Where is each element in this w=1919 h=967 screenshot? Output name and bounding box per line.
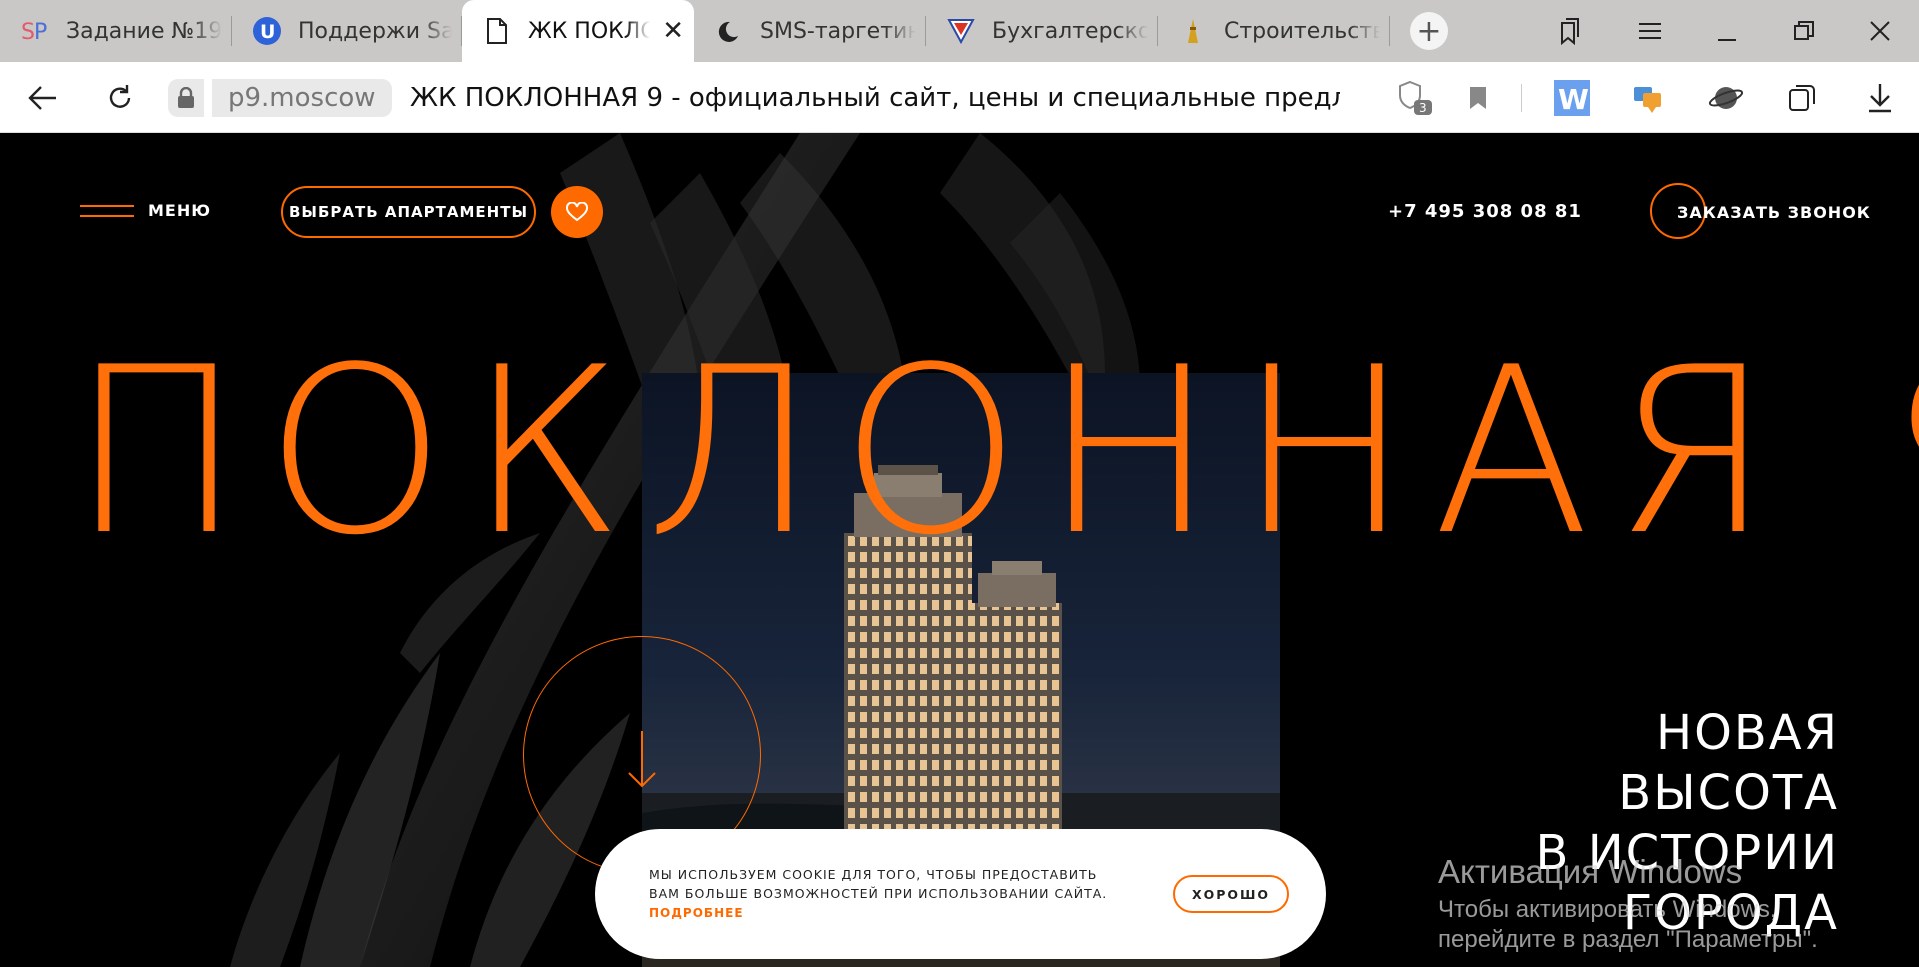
word-extension-icon[interactable]: W bbox=[1550, 76, 1594, 120]
svg-text:S: S bbox=[21, 20, 35, 45]
url-domain[interactable]: p9.moscow bbox=[212, 79, 392, 117]
restore-icon[interactable] bbox=[1764, 0, 1844, 62]
browser-menu-icon[interactable] bbox=[1610, 0, 1690, 62]
page-title[interactable]: ЖК ПОКЛОННАЯ 9 - официальный сайт, цены … bbox=[410, 79, 1340, 117]
tab-label: ЖК ПОКЛОНН bbox=[528, 18, 651, 44]
toolbar-divider bbox=[1521, 84, 1522, 112]
phone-number[interactable]: +7 495 308 08 81 bbox=[1388, 201, 1582, 222]
close-window-icon[interactable] bbox=[1840, 0, 1919, 62]
tower-icon bbox=[1178, 16, 1208, 46]
callback-button[interactable]: ЗАКАЗАТЬ ЗВОНОК bbox=[1677, 203, 1871, 222]
lock-icon[interactable] bbox=[168, 79, 204, 117]
cookie-text: МЫ ИСПОЛЬЗУЕМ COOKIE ДЛЯ ТОГО, ЧТОБЫ ПРЕ… bbox=[649, 867, 1108, 901]
reload-icon[interactable] bbox=[100, 78, 140, 118]
protect-shield-icon[interactable]: 3 bbox=[1394, 76, 1438, 120]
choose-apartments-button[interactable]: ВЫБРАТЬ АПАРТАМЕНТЫ bbox=[281, 186, 536, 238]
svg-text:U: U bbox=[260, 21, 275, 43]
download-icon[interactable] bbox=[1858, 76, 1902, 120]
cookie-accept-button[interactable]: ХОРОШО bbox=[1173, 875, 1289, 913]
close-tab-icon[interactable]: ✕ bbox=[662, 16, 684, 46]
cookie-more-link[interactable]: ПОДРОБНЕЕ bbox=[649, 906, 744, 920]
slogan-line: ВЫСОТА bbox=[1618, 765, 1839, 821]
tab-bar: SP Задание №194 U Поддержи San ЖК ПОКЛОН… bbox=[0, 0, 1919, 62]
cookie-banner: МЫ ИСПОЛЬЗУЕМ COOKIE ДЛЯ ТОГО, ЧТОБЫ ПРЕ… bbox=[595, 829, 1326, 959]
translate-extension-icon[interactable] bbox=[1626, 76, 1670, 120]
sp-logo-icon: SP bbox=[20, 16, 50, 46]
activation-line: перейдите в раздел "Параметры". bbox=[1438, 926, 1818, 953]
tab-buhgalter[interactable]: Бухгалтерское bbox=[926, 0, 1158, 62]
tab-label: Строительство bbox=[1224, 18, 1380, 44]
bookmark-icon[interactable] bbox=[1456, 76, 1500, 120]
menu-label: МЕНЮ bbox=[148, 201, 212, 220]
u-logo-icon: U bbox=[252, 16, 282, 46]
tab-label: Поддержи San bbox=[298, 18, 452, 44]
choose-apartments-label: ВЫБРАТЬ АПАРТАМЕНТЫ bbox=[288, 203, 528, 221]
tab-label: Задание №194 bbox=[66, 18, 222, 44]
tab-podderzhi[interactable]: U Поддержи San bbox=[232, 0, 462, 62]
arrow-down-icon bbox=[628, 731, 656, 788]
cookie-text-block: МЫ ИСПОЛЬЗУЕМ COOKIE ДЛЯ ТОГО, ЧТОБЫ ПРЕ… bbox=[649, 865, 1119, 923]
activation-title: Активация Windows bbox=[1438, 853, 1743, 890]
windows-activation-watermark: Активация Windows Чтобы активировать Win… bbox=[1438, 853, 1818, 955]
bookmarks-panel-icon[interactable] bbox=[1530, 0, 1610, 62]
minimize-icon[interactable] bbox=[1688, 0, 1768, 62]
menu-button[interactable]: МЕНЮ bbox=[80, 201, 211, 220]
address-bar: p9.moscow ЖК ПОКЛОННАЯ 9 - официальный с… bbox=[0, 62, 1919, 133]
document-icon bbox=[482, 16, 512, 46]
collections-icon[interactable] bbox=[1780, 76, 1824, 120]
new-tab-plus-icon[interactable]: + bbox=[1410, 12, 1448, 50]
tab-zadanie[interactable]: SP Задание №194 bbox=[0, 0, 232, 62]
tab-label: Бухгалтерское bbox=[992, 18, 1148, 44]
svg-text:P: P bbox=[34, 20, 47, 45]
web-page: МЕНЮ ВЫБРАТЬ АПАРТАМЕНТЫ +7 495 308 08 8… bbox=[0, 133, 1919, 967]
heart-icon bbox=[566, 202, 588, 222]
activation-line: Чтобы активировать Windows, bbox=[1438, 896, 1777, 923]
svg-text:W: W bbox=[1558, 83, 1589, 116]
tab-stroitelstvo[interactable]: Строительство bbox=[1158, 0, 1390, 62]
tab-sms[interactable]: SMS-таргетинг bbox=[694, 0, 926, 62]
hero-title: ПОКЛОННАЯ 9 bbox=[70, 319, 1919, 586]
tab-label: SMS-таргетинг bbox=[760, 18, 916, 44]
hamburger-icon bbox=[80, 204, 134, 217]
slogan-line: НОВАЯ bbox=[1656, 705, 1839, 761]
back-arrow-icon[interactable] bbox=[22, 78, 62, 118]
shield-logo-icon bbox=[946, 16, 976, 46]
moon-icon bbox=[714, 16, 744, 46]
favorites-button[interactable] bbox=[551, 186, 603, 238]
tab-poklonnaya[interactable]: ЖК ПОКЛОНН ✕ bbox=[462, 0, 694, 62]
protect-badge: 3 bbox=[1419, 101, 1427, 115]
planet-extension-icon[interactable] bbox=[1704, 76, 1748, 120]
